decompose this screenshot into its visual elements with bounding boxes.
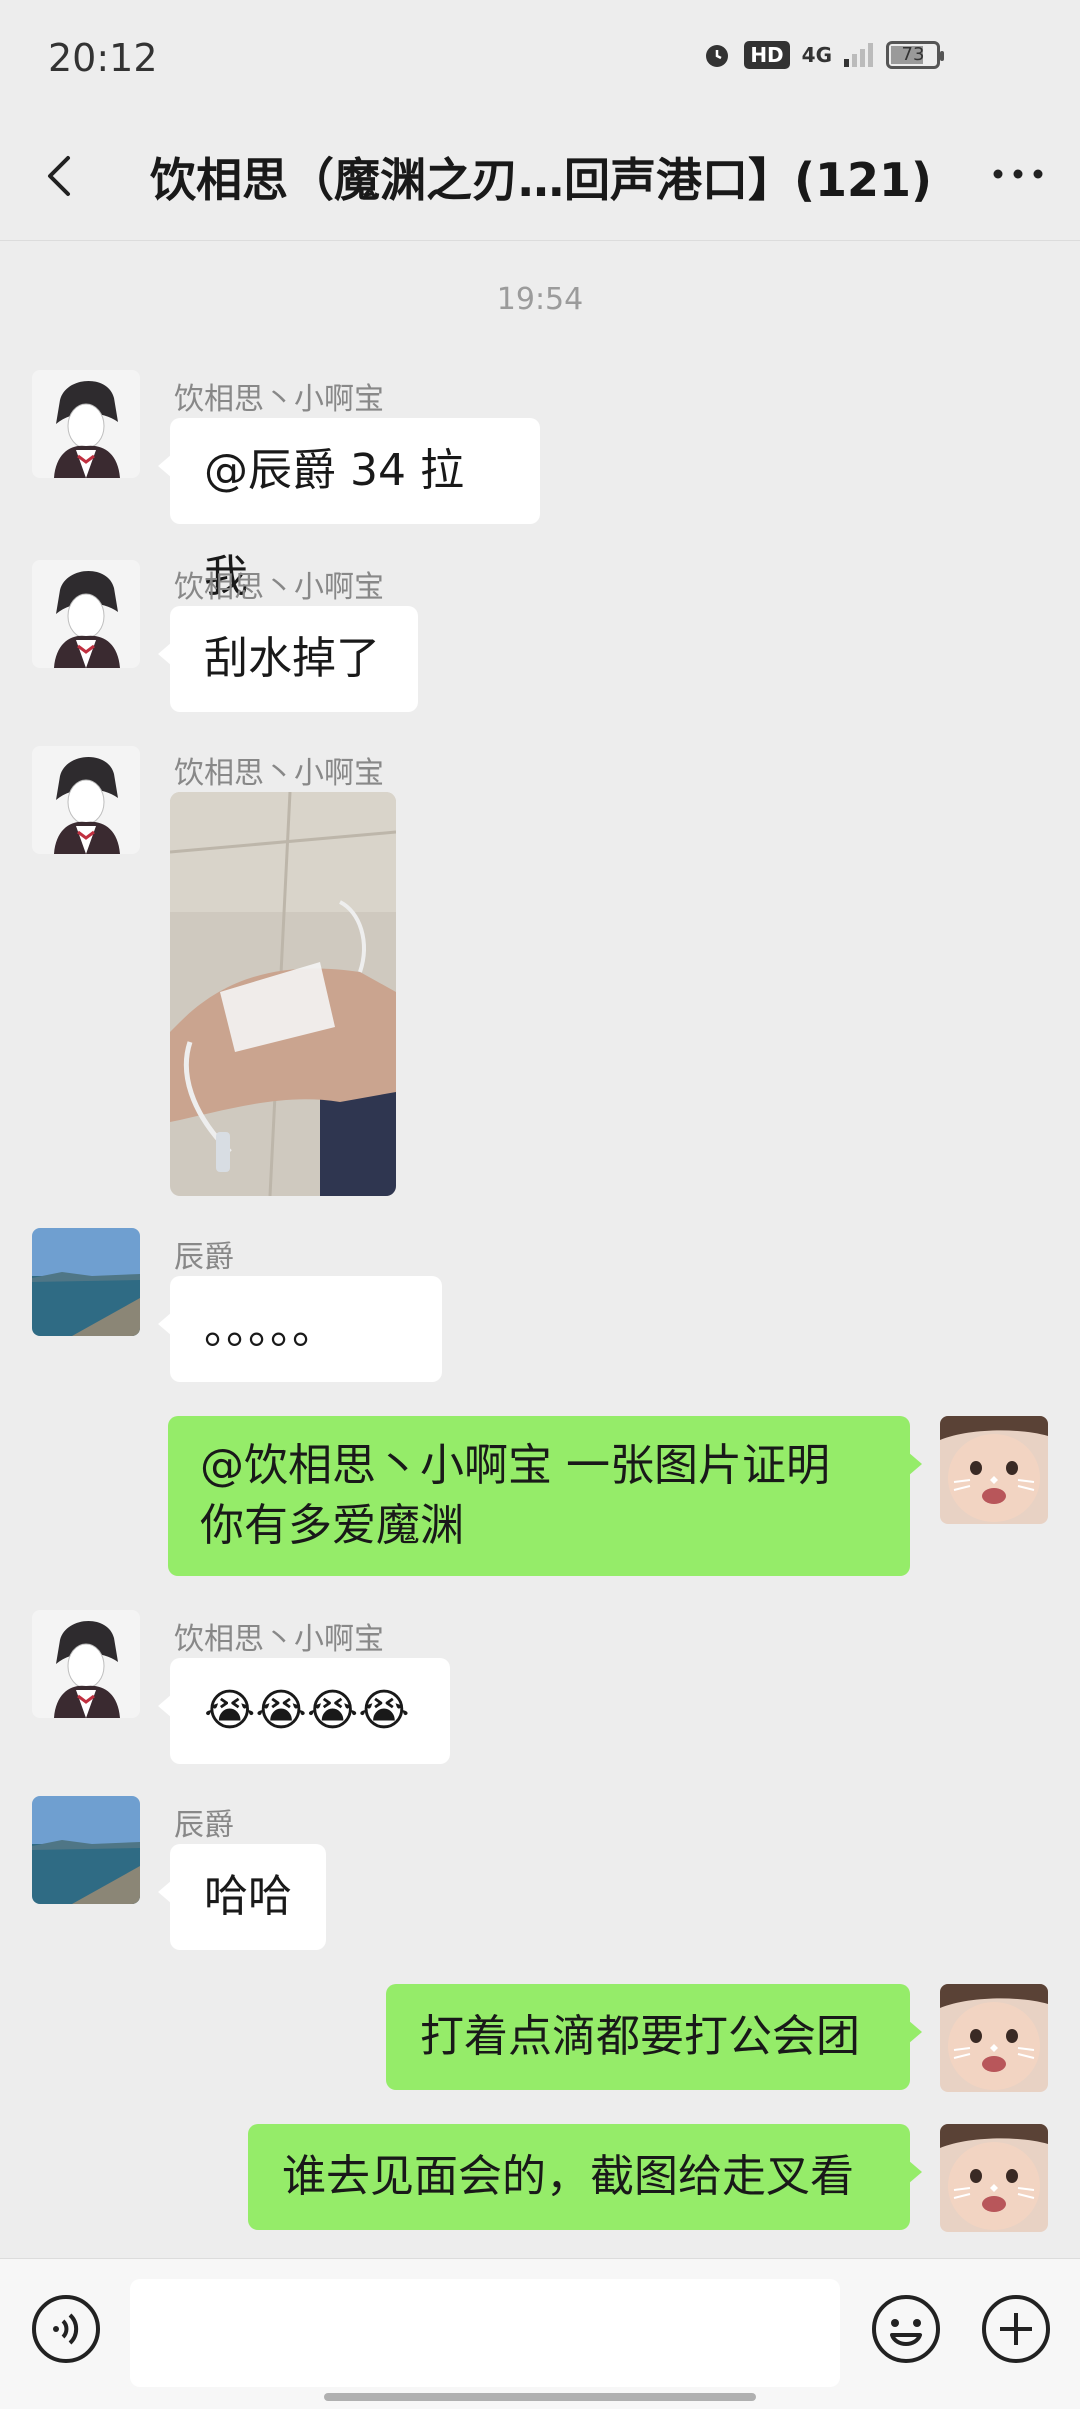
- chevron-left-icon[interactable]: [34, 148, 90, 204]
- input-bar: [0, 2258, 1080, 2409]
- anime-avatar-icon: [32, 746, 140, 854]
- plus-icon[interactable]: [980, 2293, 1052, 2365]
- message-input[interactable]: [130, 2279, 840, 2387]
- battery-icon: 73: [886, 41, 944, 69]
- anime-avatar-icon: [32, 560, 140, 668]
- sea-landscape-avatar: [32, 1228, 140, 1336]
- avatar[interactable]: [32, 1610, 140, 1718]
- time-separator: 19:54: [496, 282, 584, 317]
- avatar[interactable]: [32, 560, 140, 668]
- hd-badge: HD: [744, 41, 790, 69]
- sender-name: 饮相思丶小啊宝: [174, 382, 384, 417]
- anime-avatar-icon: [32, 370, 140, 478]
- my-avatar[interactable]: [940, 1984, 1048, 2092]
- status-time: 20:12: [48, 36, 158, 80]
- baby-avatar: [940, 1416, 1048, 1524]
- avatar[interactable]: [32, 370, 140, 478]
- status-icons: HD 4G 73: [702, 40, 944, 70]
- sender-name: 饮相思丶小啊宝: [174, 756, 384, 791]
- hand-iv-photo: [170, 792, 396, 1196]
- my-avatar[interactable]: [940, 2124, 1048, 2232]
- chat-title: 饮相思（魔渊之刃…回声港口】(121): [150, 153, 933, 207]
- sender-name: 饮相思丶小啊宝: [174, 570, 384, 605]
- ellipsis-icon[interactable]: [988, 144, 1048, 204]
- sender-name: 辰爵: [174, 1240, 234, 1275]
- my-message-bubble[interactable]: 谁去见面会的，截图给走叉看: [248, 2124, 922, 2230]
- network-label: 4G: [801, 43, 832, 67]
- signal-icon: [844, 43, 873, 67]
- message-bubble[interactable]: 😭😭😭😭: [158, 1658, 450, 1764]
- message-bubble[interactable]: @辰爵 34 拉我: [158, 418, 540, 602]
- baby-avatar: [940, 1984, 1048, 2092]
- message-line: 你有多爱魔渊: [200, 1500, 464, 1551]
- baby-avatar: [940, 2124, 1048, 2232]
- my-avatar[interactable]: [940, 1416, 1048, 1524]
- sender-name: 饮相思丶小啊宝: [174, 1622, 384, 1657]
- emoji-icon[interactable]: [870, 2293, 942, 2365]
- status-bar: 20:12 HD 4G 73: [0, 0, 1080, 120]
- my-message-bubble[interactable]: 打着点滴都要打公会团: [386, 1984, 922, 2090]
- chat-header: 饮相思（魔渊之刃…回声港口】(121): [0, 122, 1080, 241]
- sea-landscape-avatar: [32, 1796, 140, 1904]
- voice-icon[interactable]: [30, 2293, 102, 2365]
- my-message-bubble[interactable]: @饮相思丶小啊宝 一张图片证明 你有多爱魔渊: [168, 1416, 922, 1576]
- avatar[interactable]: [32, 746, 140, 854]
- message-bubble[interactable]: 。。。。。: [158, 1276, 442, 1382]
- message-line: @饮相思丶小啊宝 一张图片证明: [200, 1440, 830, 1491]
- alarm-icon: [706, 45, 729, 67]
- battery-level: 73: [901, 44, 925, 65]
- avatar[interactable]: [32, 1796, 140, 1904]
- avatar[interactable]: [32, 1228, 140, 1336]
- anime-avatar-icon: [32, 1610, 140, 1718]
- message-bubble[interactable]: 刮水掉了: [158, 606, 418, 712]
- image-message[interactable]: [170, 792, 396, 1196]
- message-bubble[interactable]: 哈哈: [158, 1844, 326, 1950]
- home-indicator[interactable]: [324, 2393, 756, 2401]
- sender-name: 辰爵: [174, 1808, 234, 1843]
